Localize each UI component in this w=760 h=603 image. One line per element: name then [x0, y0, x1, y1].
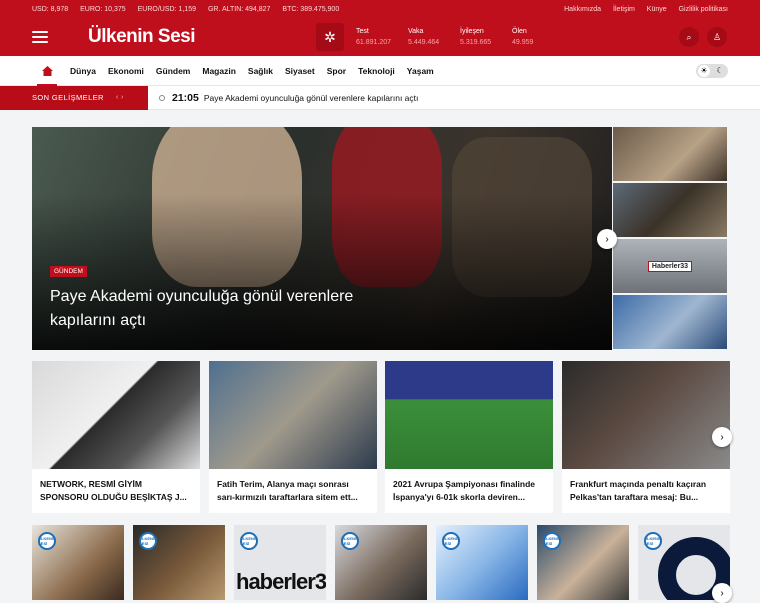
- news-card[interactable]: 2021 Avrupa Şampiyonası finalinde İspany…: [385, 361, 553, 513]
- link-privacy[interactable]: Gizlilik politikası: [679, 6, 728, 13]
- card-image: [209, 361, 377, 469]
- card-image: [385, 361, 553, 469]
- site-logo[interactable]: Ülkenin Sesi: [88, 26, 316, 48]
- small-news-tile[interactable]: ÜLKENİN SESİ: [133, 525, 225, 600]
- small-news-tile[interactable]: ÜLKENİN SESİ: [436, 525, 528, 600]
- card-title: Fatih Terim, Alanya maçı sonrası sarı-kı…: [217, 479, 358, 502]
- link-about[interactable]: Hakkımızda: [564, 6, 601, 13]
- stat-cases: Vaka 5.449.464: [408, 28, 440, 46]
- dot-icon: [159, 94, 165, 101]
- eurusd-rate: EURO/USD: 1,159: [137, 5, 196, 13]
- site-badge-icon: ÜLKENİN SESİ: [442, 532, 460, 550]
- usd-rate: USD: 8,978: [32, 5, 69, 13]
- news-card[interactable]: NETWORK, RESMİ GİYİM SPONSORU OLDUĞU BEŞ…: [32, 361, 200, 513]
- theme-toggle[interactable]: ☀ ☾: [696, 63, 728, 78]
- hero-thumb-4[interactable]: [613, 295, 727, 349]
- card-title: 2021 Avrupa Şampiyonası finalinde İspany…: [393, 479, 536, 502]
- menu-icon[interactable]: [32, 31, 48, 43]
- euro-rate: EURO: 10,375: [80, 5, 126, 13]
- card-title: NETWORK, RESMİ GİYİM SPONSORU OLDUĞU BEŞ…: [40, 479, 187, 502]
- chevron-right-icon[interactable]: ›: [597, 229, 617, 249]
- nav-item-agenda[interactable]: Gündem: [156, 66, 190, 76]
- site-badge-icon: ÜLKENİN SESİ: [341, 532, 359, 550]
- nav-item-sports[interactable]: Spor: [327, 66, 346, 76]
- nav-item-life[interactable]: Yaşam: [407, 66, 434, 76]
- small-news-tile[interactable]: ÜLKENİN SESİ: [32, 525, 124, 600]
- stat-deaths: Ölen 49.959: [512, 28, 534, 46]
- link-contact[interactable]: İletişim: [613, 6, 635, 13]
- hero-slider[interactable]: GÜNDEM Paye Akademi oyunculuğa gönül ver…: [32, 127, 612, 350]
- hero-thumb-1[interactable]: [613, 127, 727, 181]
- card-image: [32, 361, 200, 469]
- link-imprint[interactable]: Künye: [647, 6, 667, 13]
- small-news-tile[interactable]: ÜLKENİN SESİ: [537, 525, 629, 600]
- search-icon[interactable]: ⌕: [679, 27, 699, 47]
- stat-recovered: İyileşen 5.319.665: [460, 28, 492, 46]
- card-image: [562, 361, 730, 469]
- breaking-news-bar: SON GELİŞMELER ‹ › 21:05 Paye Akademi oy…: [0, 85, 760, 110]
- site-badge-icon: ÜLKENİN SESİ: [240, 532, 258, 550]
- virus-icon: ✲: [316, 23, 344, 51]
- site-badge-icon: ÜLKENİN SESİ: [139, 532, 157, 550]
- nav-item-world[interactable]: Dünya: [70, 66, 96, 76]
- user-icon[interactable]: ♙: [707, 27, 727, 47]
- hero-title[interactable]: Paye Akademi oyunculuğa gönül verenlere …: [50, 285, 410, 333]
- sun-icon: ☀: [698, 64, 710, 77]
- nav-item-health[interactable]: Sağlık: [248, 66, 273, 76]
- market-ticker-bar: USD: 8,978 EURO: 10,375 EURO/USD: 1,159 …: [0, 0, 760, 18]
- stat-test: Test 61.891.207: [356, 28, 392, 46]
- nav-item-economy[interactable]: Ekonomi: [108, 66, 144, 76]
- small-news-tile[interactable]: ÜLKENİN SESİ: [335, 525, 427, 600]
- breaking-label: SON GELİŞMELER ‹ ›: [0, 85, 148, 110]
- breaking-headline[interactable]: Paye Akademi oyunculuğa gönül verenlere …: [204, 93, 419, 103]
- home-icon[interactable]: [32, 56, 62, 86]
- hero-category[interactable]: GÜNDEM: [50, 266, 87, 277]
- gold-rate: GR. ALTIN: 494,827: [207, 5, 271, 13]
- nav-item-magazine[interactable]: Magazin: [202, 66, 236, 76]
- news-card[interactable]: Fatih Terim, Alanya maçı sonrası sarı-kı…: [209, 361, 377, 513]
- small-news-tile[interactable]: ÜLKENİN SESİ haberler3: [234, 525, 326, 600]
- chevron-right-icon[interactable]: ›: [712, 427, 732, 447]
- moon-icon: ☾: [716, 66, 724, 75]
- card-title: Frankfurt maçında penaltı kaçıran Pelkas…: [570, 479, 707, 502]
- news-card[interactable]: Frankfurt maçında penaltı kaçıran Pelkas…: [562, 361, 730, 513]
- site-badge-icon: ÜLKENİN SESİ: [38, 532, 56, 550]
- nav-item-politics[interactable]: Siyaset: [285, 66, 315, 76]
- thumb-logo: Haberler33: [647, 260, 693, 272]
- hero-thumb-3[interactable]: Haberler33: [613, 239, 727, 293]
- chevron-right-icon[interactable]: ›: [712, 583, 732, 603]
- breaking-arrows[interactable]: ‹ ›: [116, 94, 124, 101]
- btc-rate: BTC: 389.475,900: [282, 5, 340, 13]
- breaking-time: 21:05: [172, 91, 199, 104]
- nav-item-technology[interactable]: Teknoloji: [358, 66, 395, 76]
- site-header: Ülkenin Sesi ✲ Test 61.891.207 Vaka 5.449.…: [0, 18, 760, 56]
- site-badge-icon: ÜLKENİN SESİ: [543, 532, 561, 550]
- tile-logo-text: haberler3: [236, 569, 326, 594]
- main-nav: Dünya Ekonomi Gündem Magazin Sağlık Siya…: [0, 56, 760, 86]
- hero-thumb-2[interactable]: [613, 183, 727, 237]
- site-badge-icon: ÜLKENİN SESİ: [644, 532, 662, 550]
